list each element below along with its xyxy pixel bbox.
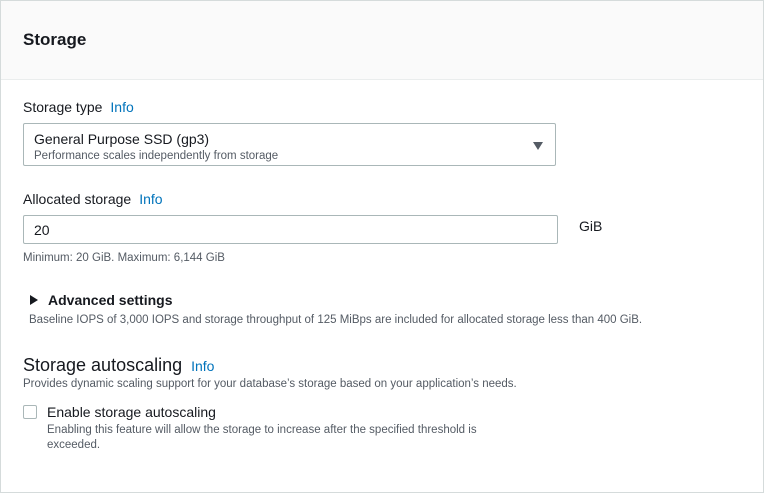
- caret-down-icon: [533, 142, 543, 150]
- storage-type-info-link[interactable]: Info: [110, 99, 133, 115]
- caret-right-icon: [30, 295, 38, 305]
- autoscaling-info-link[interactable]: Info: [191, 358, 214, 374]
- autoscaling-description: Provides dynamic scaling support for you…: [23, 378, 517, 390]
- enable-autoscaling-description-line2: exceeded.: [47, 439, 101, 451]
- advanced-settings-toggle[interactable]: Advanced settings: [30, 292, 172, 308]
- storage-type-select[interactable]: General Purpose SSD (gp3) Performance sc…: [23, 123, 556, 166]
- autoscaling-section-heading: Storage autoscaling Info: [23, 355, 214, 376]
- allocated-storage-input[interactable]: [23, 215, 558, 244]
- allocated-storage-field-label: Allocated storage Info: [23, 191, 163, 207]
- enable-autoscaling-label[interactable]: Enable storage autoscaling: [47, 404, 216, 420]
- storage-type-selected-description: Performance scales independently from st…: [34, 150, 279, 162]
- allocated-storage-unit: GiB: [579, 218, 603, 234]
- storage-type-selected-value: General Purpose SSD (gp3): [34, 131, 210, 147]
- advanced-settings-description: Baseline IOPS of 3,000 IOPS and storage …: [29, 314, 643, 326]
- panel-header: Storage: [1, 1, 763, 80]
- allocated-storage-constraint: Minimum: 20 GiB. Maximum: 6,144 GiB: [23, 252, 225, 264]
- storage-panel: Storage Storage type Info General Purpose…: [0, 0, 764, 493]
- advanced-settings-label: Advanced settings: [48, 292, 173, 308]
- storage-type-label: Storage type: [23, 99, 103, 115]
- panel-title: Storage: [23, 30, 87, 49]
- allocated-storage-label: Allocated storage: [23, 191, 132, 207]
- autoscaling-title: Storage autoscaling: [23, 355, 183, 375]
- enable-autoscaling-description-line1: Enabling this feature will allow the sto…: [47, 424, 477, 436]
- storage-type-field-label: Storage type Info: [23, 99, 134, 115]
- allocated-storage-info-link[interactable]: Info: [139, 191, 162, 207]
- enable-autoscaling-checkbox[interactable]: [23, 405, 37, 419]
